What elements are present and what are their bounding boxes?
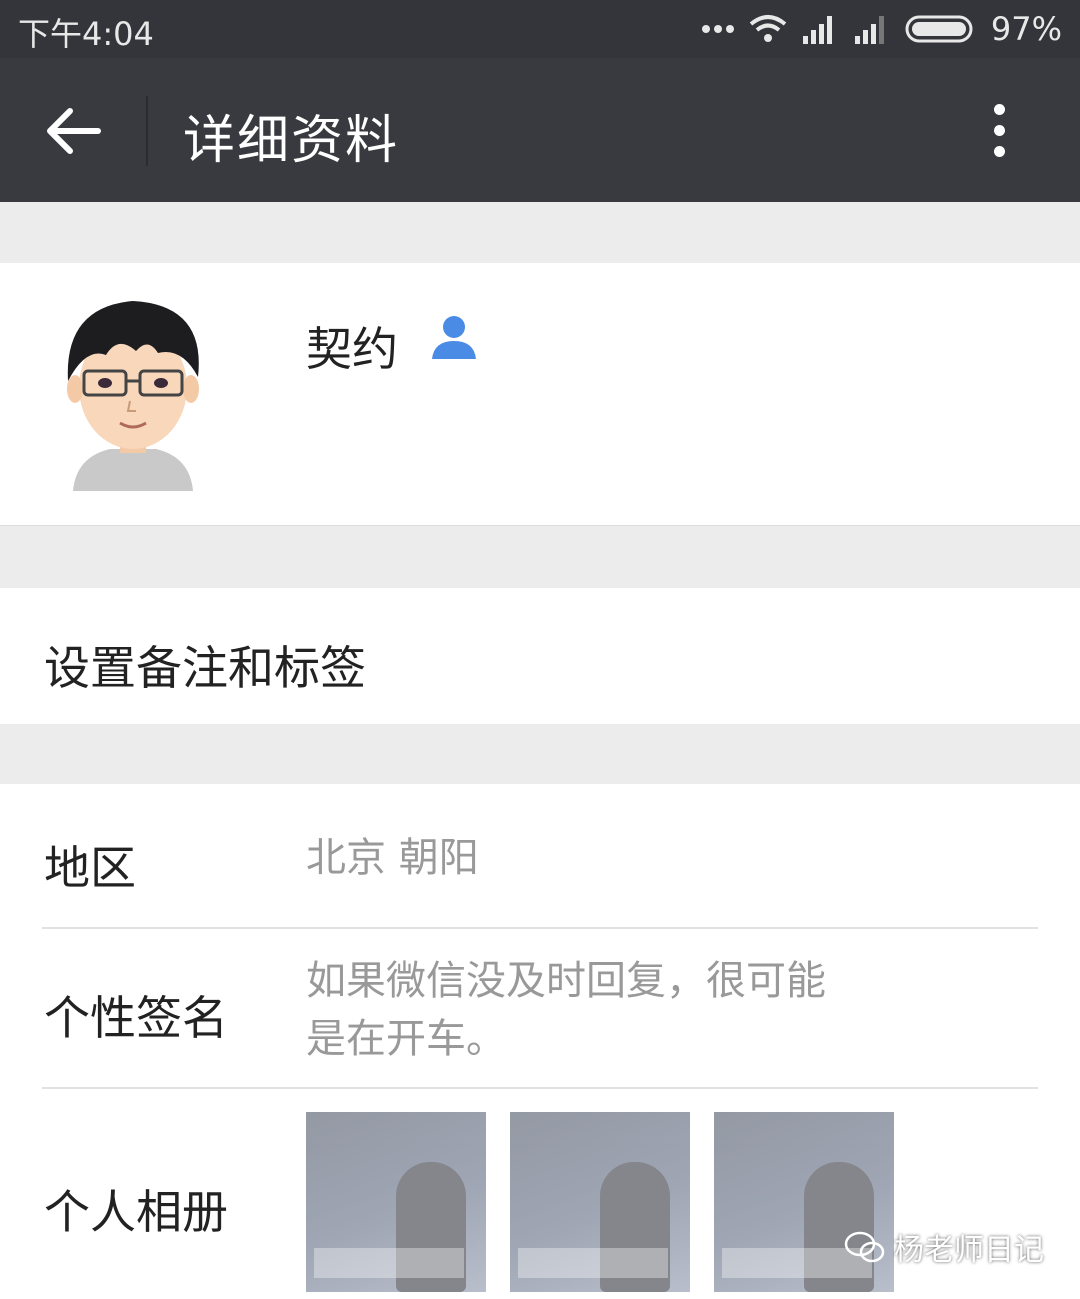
wifi-icon <box>749 15 787 42</box>
info-card: 地区 北京 朝阳 个性签名 如果微信没及时回复，很可能 是在开车。 个人相册 <box>0 784 1080 1299</box>
battery-icon <box>905 15 973 43</box>
remark-row[interactable]: 设置备注和标签 <box>0 588 1080 724</box>
page-title: 详细资料 <box>183 111 400 171</box>
album-photo[interactable] <box>510 1112 690 1292</box>
watermark-text: 杨老师日记 <box>894 1233 1044 1268</box>
signal-icon-2 <box>854 16 884 44</box>
status-bar: 下午4:04 97% <box>0 0 1080 58</box>
battery-percent: 97% <box>990 10 1062 48</box>
status-icons: 97% <box>701 9 1062 49</box>
region-value: 北京 朝阳 <box>306 835 479 881</box>
divider <box>42 927 1038 929</box>
nav-divider <box>146 96 148 166</box>
signature-label: 个性签名 <box>44 991 228 1045</box>
divider <box>42 1087 1038 1089</box>
album-label: 个人相册 <box>44 1185 228 1239</box>
profile-card: 契约 <box>0 263 1080 526</box>
signature-line-1: 如果微信没及时回复，很可能 <box>306 958 826 1004</box>
status-time: 下午4:04 <box>18 15 154 53</box>
watermark: 杨老师日记 <box>844 1225 1044 1269</box>
back-arrow-icon <box>47 108 101 154</box>
region-label: 地区 <box>44 841 136 895</box>
signal-icon <box>802 16 832 44</box>
more-dot <box>993 104 1005 115</box>
avatar[interactable] <box>58 297 208 491</box>
signature-line-2: 是在开车。 <box>306 1016 506 1062</box>
album-photo[interactable] <box>306 1112 486 1292</box>
more-button[interactable] <box>984 98 1014 164</box>
more-dot <box>993 146 1005 157</box>
nav-bar: 详细资料 <box>0 58 1080 202</box>
contact-icon <box>432 316 476 359</box>
remark-label: 设置备注和标签 <box>44 641 366 695</box>
back-button[interactable] <box>40 98 106 164</box>
wechat-icon <box>844 1231 885 1263</box>
dots-icon <box>701 25 734 33</box>
profile-name: 契约 <box>306 322 398 376</box>
more-dot <box>993 125 1005 136</box>
